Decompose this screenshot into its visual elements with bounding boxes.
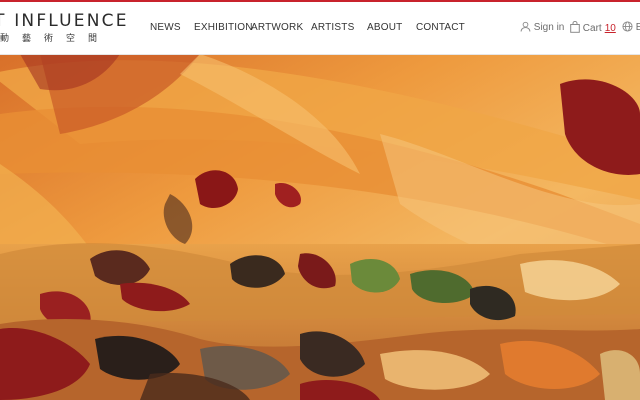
- cart-count-badge: 10: [604, 23, 616, 34]
- language-switch[interactable]: E: [622, 21, 640, 33]
- sign-in-link[interactable]: Sign in: [520, 21, 564, 33]
- cart-link[interactable]: Cart 10: [570, 20, 616, 34]
- nav-item-artists[interactable]: ARTISTS: [311, 22, 354, 33]
- site-header: T INFLUENCE 動藝術空間 NEWS EXHIBITION ARTWOR…: [0, 2, 640, 55]
- nav-item-artwork[interactable]: ARTWORK: [251, 22, 303, 33]
- hero-artwork-image: [0, 54, 640, 400]
- nav-item-contact[interactable]: CONTACT: [416, 22, 465, 33]
- nav-item-exhibition[interactable]: EXHIBITION: [194, 22, 253, 33]
- nav-item-about[interactable]: ABOUT: [367, 22, 402, 33]
- shopping-bag-icon: [570, 20, 583, 34]
- language-label: E: [635, 22, 640, 33]
- nav-item-news[interactable]: NEWS: [150, 22, 181, 33]
- sign-in-label: Sign in: [533, 22, 565, 33]
- cart-label: Cart: [582, 23, 602, 34]
- user-icon: [520, 21, 534, 33]
- globe-icon: [622, 21, 636, 33]
- hero-banner[interactable]: [0, 54, 640, 400]
